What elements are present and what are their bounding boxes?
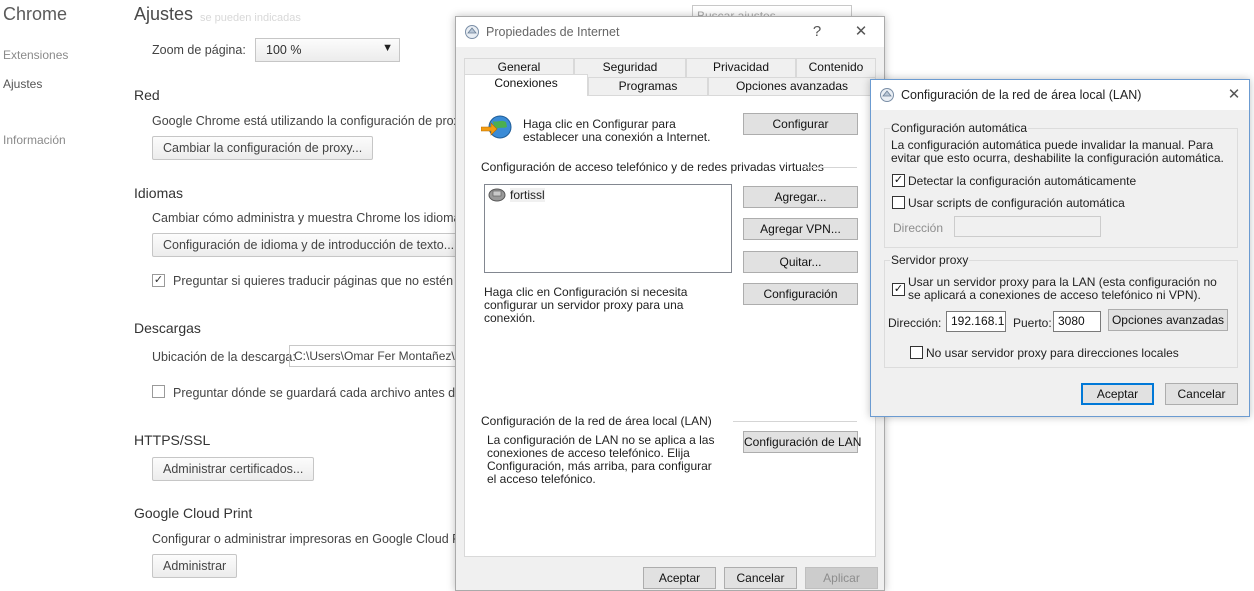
cancel-button[interactable]: Cancelar bbox=[724, 567, 797, 589]
auto-config-text: La configuración automática puede invali… bbox=[891, 138, 1224, 165]
lan-text: La configuración de LAN no se aplica a l… bbox=[487, 433, 715, 486]
internet-options-icon bbox=[880, 88, 894, 102]
lan-settings-dialog: Configuración de la red de área local (L… bbox=[870, 79, 1250, 417]
download-location-label: Ubicación de la descarga: bbox=[152, 350, 296, 364]
section-cloud-print-heading: Google Cloud Print bbox=[134, 505, 253, 521]
language-settings-button[interactable]: Configuración de idioma y de introducció… bbox=[152, 233, 458, 257]
dialog-title: Propiedades de Internet bbox=[486, 25, 620, 39]
add-button[interactable]: Agregar... bbox=[743, 186, 858, 208]
detect-settings-checkbox[interactable]: ✓ bbox=[892, 174, 905, 187]
manage-certificates-button[interactable]: Administrar certificados... bbox=[152, 457, 315, 481]
ask-download-checkbox-label: Preguntar dónde se guardará cada archivo… bbox=[173, 386, 473, 400]
tab-programas[interactable]: Programas bbox=[588, 77, 708, 96]
dialog-titlebar: Propiedades de Internet ? ✕ bbox=[456, 17, 884, 47]
section-descargas-heading: Descargas bbox=[134, 320, 201, 336]
use-proxy-label: Usar un servidor proxy para la LAN (esta… bbox=[908, 275, 1217, 302]
remove-button[interactable]: Quitar... bbox=[743, 251, 858, 273]
add-vpn-button[interactable]: Agregar VPN... bbox=[743, 218, 858, 240]
lan-ok-button[interactable]: Aceptar bbox=[1081, 383, 1154, 405]
cloud-print-text: Configurar o administrar impresoras en G… bbox=[152, 532, 475, 546]
tab-opciones-avanzadas[interactable]: Opciones avanzadas bbox=[708, 77, 876, 96]
proxy-heading: Servidor proxy bbox=[890, 253, 970, 267]
idiomas-text: Cambiar cómo administra y muestra Chrome… bbox=[152, 211, 467, 225]
script-address-label: Dirección bbox=[893, 221, 944, 235]
lan-divider bbox=[733, 421, 857, 422]
globe-network-icon bbox=[481, 115, 512, 139]
lan-settings-button[interactable]: Configuración de LAN bbox=[743, 431, 861, 453]
proxy-advanced-button[interactable]: Opciones avanzadas bbox=[1108, 309, 1228, 331]
page-title: Ajustes bbox=[134, 4, 194, 24]
bypass-local-checkbox[interactable] bbox=[910, 346, 923, 359]
network-connection-icon bbox=[488, 188, 506, 202]
section-red-heading: Red bbox=[134, 87, 160, 103]
tab-panel-conexiones: Haga clic en Configurar para establecer … bbox=[464, 95, 876, 557]
tab-seguridad[interactable]: Seguridad bbox=[574, 58, 686, 77]
cloud-print-manage-button[interactable]: Administrar bbox=[152, 554, 238, 578]
auto-script-checkbox[interactable] bbox=[892, 196, 905, 209]
red-text: Google Chrome está utilizando la configu… bbox=[152, 114, 467, 128]
tab-conexiones[interactable]: Conexiones bbox=[464, 74, 588, 96]
connection-name: fortissl bbox=[510, 188, 545, 202]
download-location-input[interactable]: C:\Users\Omar Fer Montañez\D bbox=[289, 345, 459, 367]
dialup-divider bbox=[805, 167, 857, 168]
setup-text: Haga clic en Configurar para establecer … bbox=[523, 117, 711, 144]
zoom-select[interactable]: 100 % ▼ bbox=[255, 38, 400, 62]
lan-cancel-button[interactable]: Cancelar bbox=[1165, 383, 1238, 405]
detect-settings-label: Detectar la configuración automáticament… bbox=[908, 174, 1137, 188]
auto-script-label: Usar scripts de configuración automática bbox=[908, 196, 1125, 210]
settings-button[interactable]: Configuración bbox=[743, 283, 858, 305]
bypass-local-label: No usar servidor proxy para direcciones … bbox=[926, 346, 1179, 360]
connections-list[interactable]: fortissl bbox=[484, 184, 732, 273]
change-proxy-button[interactable]: Cambiar la configuración de proxy... bbox=[152, 136, 374, 160]
chevron-down-icon: ▼ bbox=[382, 42, 393, 54]
lan-heading: Configuración de la red de área local (L… bbox=[481, 414, 712, 428]
translate-checkbox[interactable]: ✓ bbox=[152, 274, 165, 287]
section-https-heading: HTTPS/SSL bbox=[134, 432, 211, 448]
sidebar-item-informacion[interactable]: Información bbox=[3, 133, 66, 147]
section-idiomas-heading: Idiomas bbox=[134, 185, 184, 201]
ok-button[interactable]: Aceptar bbox=[643, 567, 716, 589]
sidebar-item-ajustes[interactable]: Ajustes bbox=[3, 77, 42, 91]
internet-properties-dialog: Propiedades de Internet ? ✕ General Segu… bbox=[455, 16, 885, 591]
ghost-text-top: se pueden indicadas bbox=[200, 12, 301, 24]
lan-dialog-title: Configuración de la red de área local (L… bbox=[901, 88, 1142, 102]
setup-button[interactable]: Configurar bbox=[743, 113, 858, 135]
close-button[interactable]: ✕ bbox=[850, 21, 872, 43]
proxy-port-label: Puerto: bbox=[1013, 316, 1052, 330]
zoom-label: Zoom de página: bbox=[152, 43, 246, 57]
lan-close-button[interactable]: ✕ bbox=[1223, 84, 1245, 106]
tab-privacidad[interactable]: Privacidad bbox=[686, 58, 796, 77]
proxy-port-input[interactable]: 3080 bbox=[1053, 311, 1101, 332]
lan-dialog-titlebar: Configuración de la red de área local (L… bbox=[871, 80, 1249, 110]
settings-text: Haga clic en Configuración si necesita c… bbox=[484, 285, 688, 325]
use-proxy-checkbox[interactable]: ✓ bbox=[892, 283, 905, 296]
translate-checkbox-label: Preguntar si quieres traducir páginas qu… bbox=[173, 274, 470, 288]
sidebar-item-extensiones[interactable]: Extensiones bbox=[3, 48, 68, 62]
proxy-address-label: Dirección: bbox=[888, 316, 942, 330]
tab-contenido[interactable]: Contenido bbox=[796, 58, 876, 77]
help-button[interactable]: ? bbox=[806, 21, 828, 43]
chrome-brand: Chrome bbox=[3, 4, 68, 24]
zoom-value: 100 % bbox=[266, 43, 302, 57]
auto-config-heading: Configuración automática bbox=[890, 121, 1029, 135]
internet-options-icon bbox=[465, 25, 479, 39]
proxy-address-input[interactable]: 192.168.1 bbox=[946, 311, 1006, 332]
apply-button: Aplicar bbox=[805, 567, 878, 589]
script-address-input bbox=[954, 216, 1101, 237]
dialup-heading: Configuración de acceso telefónico y de … bbox=[481, 160, 824, 174]
ask-download-checkbox[interactable] bbox=[152, 385, 165, 398]
